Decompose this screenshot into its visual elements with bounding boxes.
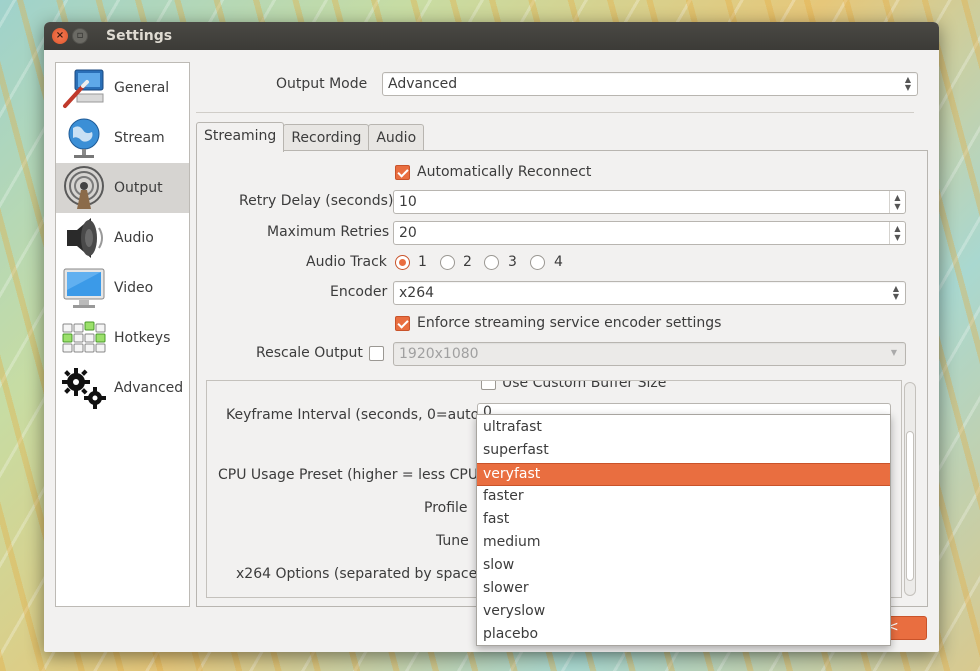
close-window-button[interactable]: × [52, 28, 68, 44]
sidebar-item-label: Stream [114, 130, 165, 146]
profile-label: Profile [424, 500, 468, 516]
sidebar-item-output[interactable]: Output [56, 163, 189, 213]
rescale-output-label: Rescale Output [256, 345, 363, 361]
encoder-combo[interactable]: x264 ▲ ▼ [393, 281, 906, 305]
output-mode-value: Advanced [388, 76, 458, 92]
auto-reconnect-checkbox[interactable] [395, 165, 410, 180]
chevron-updown-icon: ▲ ▼ [892, 284, 899, 301]
sidebar-item-stream[interactable]: Stream [56, 113, 189, 163]
title-bar: × ▫ Settings [44, 22, 939, 50]
keyframe-interval-label: Keyframe Interval (seconds, 0=auto) [226, 407, 485, 423]
auto-reconnect-label: Automatically Reconnect [417, 164, 592, 180]
sidebar-item-label: Output [114, 180, 163, 196]
custom-buffer-checkbox[interactable] [481, 381, 496, 390]
max-retries-value: 20 [399, 225, 417, 241]
tune-label: Tune [436, 533, 469, 549]
cpu-preset-dropdown[interactable]: ultrafast superfast veryfast faster fast… [476, 414, 891, 646]
globe-icon [60, 115, 108, 161]
sidebar-item-label: Advanced [114, 380, 184, 396]
settings-sidebar: General Stream Output Audio Video Hotkey… [55, 62, 190, 607]
sidebar-item-audio[interactable]: Audio [56, 213, 189, 263]
sidebar-item-hotkeys[interactable]: Hotkeys [56, 313, 189, 363]
dropdown-option[interactable]: ultrafast [477, 417, 890, 440]
broadcast-icon [60, 165, 108, 211]
window-title: Settings [106, 28, 173, 44]
output-mode-combo[interactable]: Advanced ▲ ▼ [382, 72, 918, 96]
encoder-label: Encoder [330, 284, 388, 300]
audio-track-option-label: 1 [418, 254, 427, 270]
chevron-down-icon: ▼ [890, 348, 897, 357]
rescale-resolution-value: 1920x1080 [399, 346, 479, 362]
dropdown-option[interactable]: fast [477, 509, 890, 532]
dropdown-option[interactable]: veryslow [477, 601, 890, 624]
enforce-encoder-checkbox[interactable] [395, 316, 410, 331]
max-retries-input[interactable]: 20 ▲ ▼ [393, 221, 906, 245]
sidebar-item-label: General [114, 80, 170, 96]
keyboard-icon [60, 315, 108, 361]
audio-track-option-label: 3 [508, 254, 517, 270]
gears-icon [60, 365, 108, 411]
spin-arrows-icon[interactable]: ▲ ▼ [889, 222, 905, 244]
dropdown-option-selected[interactable]: veryfast [477, 463, 890, 486]
rescale-output-checkbox[interactable] [369, 346, 384, 361]
audio-track-option-label: 2 [463, 254, 472, 270]
sidebar-item-general[interactable]: General [56, 63, 189, 113]
rescale-resolution-combo[interactable]: 1920x1080 ▼ [393, 342, 906, 366]
dropdown-option[interactable]: placebo [477, 624, 890, 647]
audio-track-radio-2[interactable] [440, 255, 455, 270]
encoder-value: x264 [399, 285, 435, 301]
audio-track-label: Audio Track [306, 254, 387, 270]
x264-options-label: x264 Options (separated by space) [236, 566, 483, 582]
output-mode-label: Output Mode [276, 76, 368, 92]
encoder-settings-scrollbar[interactable] [904, 382, 916, 596]
max-retries-label: Maximum Retries [267, 224, 390, 240]
sidebar-item-label: Hotkeys [114, 330, 171, 346]
retry-delay-label: Retry Delay (seconds) [239, 193, 394, 209]
dropdown-option[interactable]: medium [477, 532, 890, 555]
audio-track-radio-1[interactable] [395, 255, 410, 270]
sidebar-item-advanced[interactable]: Advanced [56, 363, 189, 413]
dropdown-option[interactable]: slow [477, 555, 890, 578]
output-tabs: Streaming Recording Audio [196, 122, 425, 152]
retry-delay-value: 10 [399, 194, 417, 210]
retry-delay-input[interactable]: 10 ▲ ▼ [393, 190, 906, 214]
dropdown-option[interactable]: faster [477, 486, 890, 509]
maximize-icon: ▫ [76, 30, 84, 41]
enforce-encoder-label: Enforce streaming service encoder settin… [417, 315, 722, 331]
tab-recording[interactable]: Recording [283, 124, 370, 152]
maximize-window-button[interactable]: ▫ [72, 28, 88, 44]
tab-streaming[interactable]: Streaming [196, 122, 285, 152]
audio-track-radio-3[interactable] [484, 255, 499, 270]
dropdown-option[interactable]: slower [477, 578, 890, 601]
monitor-wand-icon [60, 65, 108, 111]
sidebar-item-label: Audio [114, 230, 154, 246]
monitor-icon [60, 265, 108, 311]
audio-track-radio-4[interactable] [530, 255, 545, 270]
chevron-updown-icon: ▲ ▼ [904, 75, 911, 92]
custom-buffer-label: Use Custom Buffer Size [502, 380, 667, 391]
speaker-icon [60, 215, 108, 261]
cpu-preset-label: CPU Usage Preset (higher = less CPU) [218, 467, 484, 483]
dropdown-option[interactable]: superfast [477, 440, 890, 463]
audio-track-option-label: 4 [554, 254, 563, 270]
sidebar-item-video[interactable]: Video [56, 263, 189, 313]
tab-audio[interactable]: Audio [368, 124, 425, 152]
sidebar-item-label: Video [114, 280, 154, 296]
close-icon: × [55, 30, 65, 41]
spin-arrows-icon[interactable]: ▲ ▼ [889, 191, 905, 213]
scrollbar-thumb[interactable] [906, 431, 914, 581]
divider [196, 112, 914, 113]
